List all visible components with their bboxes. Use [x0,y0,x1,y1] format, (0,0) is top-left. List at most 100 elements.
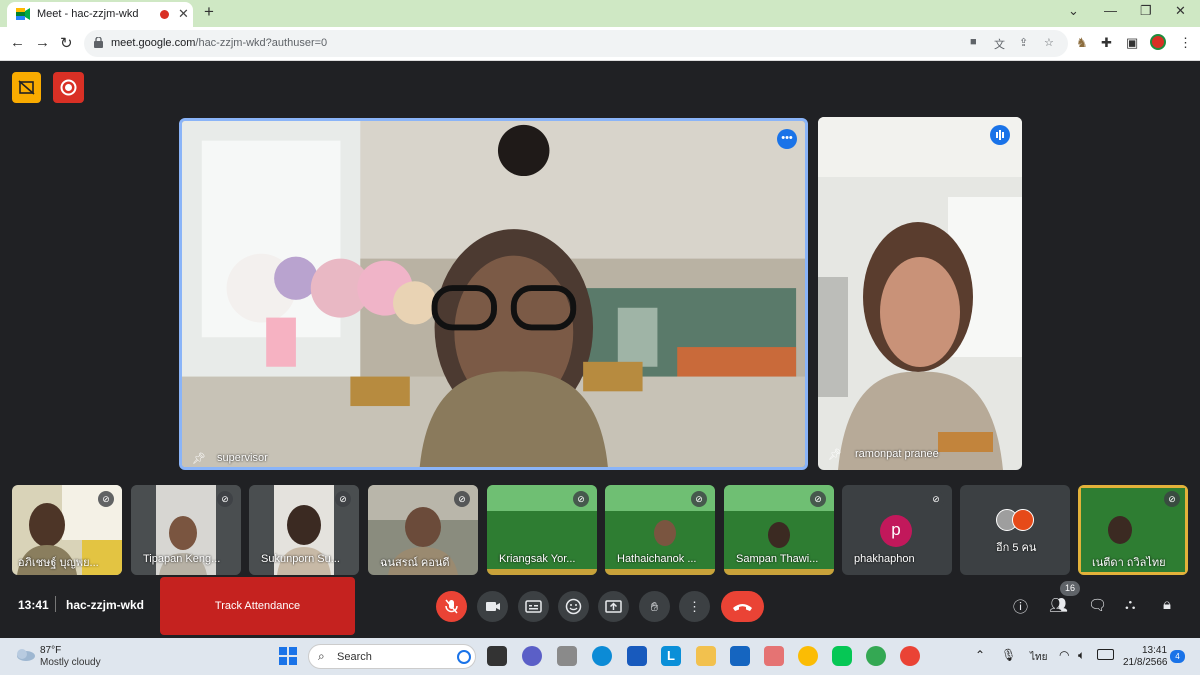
present-screen-icon[interactable] [598,591,629,622]
activities-icon[interactable]: ⛬ [1125,596,1136,613]
participant-name: อภิเชษฐ์ บุญพย... [18,557,99,569]
tray-chevron-icon[interactable]: ⌃ [975,648,985,662]
chrome-profile-icon[interactable] [866,646,886,666]
captions-off-icon[interactable] [12,72,41,103]
meeting-info-icon[interactable]: ⓘ [1013,596,1028,617]
participant-name: ramonpat pranee [855,448,939,460]
muted-icon: ⊘ [454,491,470,507]
participant-tile[interactable]: ⊘ เนตีดา ถวิลไทย [1078,485,1188,575]
translate-icon[interactable]: 文 [994,36,1005,52]
participant-tile[interactable]: ⊘ Kriangsak Yor... [487,485,597,575]
back-icon[interactable]: ← [10,34,25,51]
more-options-icon[interactable]: ••• [777,129,797,149]
chrome-icon[interactable] [798,646,818,666]
tab-search-icon[interactable]: ⌄ [1068,3,1079,19]
muted-icon: ⊘ [691,491,707,507]
address-bar[interactable]: meet.google.com/hac-zzjm-wkd?authuser=0 … [84,30,1068,57]
task-view-icon[interactable] [487,646,507,666]
participant-tile[interactable]: ⊘ Sukunporn Su... [249,485,359,575]
tab-close-icon[interactable]: ✕ [178,6,189,22]
secondary-video-tile[interactable]: 📌︎ ramonpat pranee [818,117,1022,470]
windows-start-icon[interactable] [279,647,297,670]
side-panel-icon[interactable]: ▣ [1126,35,1138,51]
weather-description: Mostly cloudy [40,657,101,668]
main-video-tile[interactable]: 📌︎ supervisor ••• [179,118,808,470]
chrome-active-icon[interactable] [900,646,920,666]
people-icon[interactable]: 👥︎ [1049,596,1068,614]
leave-call-button[interactable] [721,591,764,622]
speaking-indicator-icon [990,125,1010,145]
system-time[interactable]: 13:41 [1142,645,1167,656]
chat-icon[interactable]: 🗨︎ [1088,596,1107,614]
input-language[interactable]: ไทย [1030,650,1047,665]
url-path: /hac-zzjm-wkd?authuser=0 [195,37,328,49]
participant-name: Sukunporn Su... [261,553,340,565]
window-close-button[interactable]: ✕ [1175,3,1186,19]
camera-icon[interactable] [477,591,508,622]
weather-temperature: 87°F [40,645,62,656]
mail-icon[interactable] [730,646,750,666]
emoji-reaction-icon[interactable] [558,591,589,622]
system-date[interactable]: 21/8/2566 [1123,657,1168,668]
muted-icon: ⊘ [335,491,351,507]
microphone-tray-icon[interactable]: 🎙︎ [1001,648,1016,662]
speaker-video [182,121,805,467]
muted-icon: ⊘ [573,491,589,507]
share-icon[interactable]: ⇪ [1019,36,1028,49]
file-explorer-icon[interactable] [696,646,716,666]
weather-icon[interactable] [14,646,36,661]
participant-tile[interactable]: ⊘ Tipapan Keng... [131,485,241,575]
reload-icon[interactable]: ↻ [60,34,73,52]
participant-name: Kriangsak Yor... [499,553,576,565]
volume-icon[interactable]: 🔈︎ [1078,648,1085,663]
muted-icon: ⊘ [98,491,114,507]
participant-tile[interactable]: p ⊘ phakhaphon [842,485,952,575]
muted-icon: ⊘ [217,491,233,507]
avatar [1012,509,1034,531]
taskbar-search[interactable]: ⌕ Search [308,644,476,669]
edge-icon[interactable] [592,646,612,666]
camera-in-use-icon[interactable]: ■ [970,36,977,48]
extensions-puzzle-icon[interactable]: ✚ [1101,35,1112,51]
participant-tile[interactable]: ⊘ ฉนสรณ์ คอนดี [368,485,478,575]
track-attendance-button[interactable]: Track Attendance [160,577,355,635]
recording-icon [53,72,84,103]
notification-badge[interactable]: 4 [1170,650,1185,663]
browser-tab[interactable]: Meet - hac-zzjm-wkd ✕ [7,2,193,27]
participant-tile[interactable]: ⊘ Hathaichanok ... [605,485,715,575]
raise-hand-icon[interactable]: ✋︎ [639,591,670,622]
divider [55,596,56,612]
snipping-tool-icon[interactable] [764,646,784,666]
browser-menu-icon[interactable]: ⋮ [1179,35,1192,51]
bookmark-star-icon[interactable]: ☆ [1044,36,1054,49]
pin-icon[interactable]: 📌︎ [828,448,842,461]
participant-name: ฉนสรณ์ คอนดี [380,557,450,569]
host-controls-icon[interactable]: 🔒︎ [1163,596,1171,613]
word-icon[interactable] [627,646,647,666]
meeting-code: hac-zzjm-wkd [66,598,145,612]
more-options-icon[interactable]: ⋮ [679,591,710,622]
maximize-button[interactable]: ❐ [1140,3,1152,19]
profile-avatar[interactable] [1150,34,1166,50]
participant-tile[interactable]: ⊘ อภิเชษฐ์ บุญพย... [12,485,122,575]
line-icon[interactable] [832,646,852,666]
teams-chat-icon[interactable] [522,646,542,666]
forward-icon[interactable]: → [35,34,50,51]
minimize-button[interactable]: — [1104,3,1117,18]
battery-icon[interactable] [1097,649,1114,660]
browser-toolbar: ← → ↻ meet.google.com/hac-zzjm-wkd?authu… [0,27,1200,61]
url-text[interactable]: meet.google.com/hac-zzjm-wkd?authuser=0 [111,37,327,49]
pin-icon[interactable]: 📌︎ [192,452,206,465]
extension-icon[interactable]: ♞ [1076,35,1088,51]
wifi-icon[interactable]: ◠ [1059,648,1069,662]
participant-tile[interactable]: ⊘ Sampan Thawi... [724,485,834,575]
more-participants-label: อีก 5 คน [996,542,1037,554]
new-tab-button[interactable]: + [204,2,214,22]
mic-off-icon[interactable] [436,591,467,622]
captions-icon[interactable] [518,591,549,622]
muted-icon: ⊘ [1164,491,1180,507]
participant-name: supervisor [217,452,268,464]
app-icon[interactable] [557,646,577,666]
more-participants-tile[interactable]: อีก 5 คน [960,485,1070,575]
app-l-icon[interactable]: L [661,646,681,666]
